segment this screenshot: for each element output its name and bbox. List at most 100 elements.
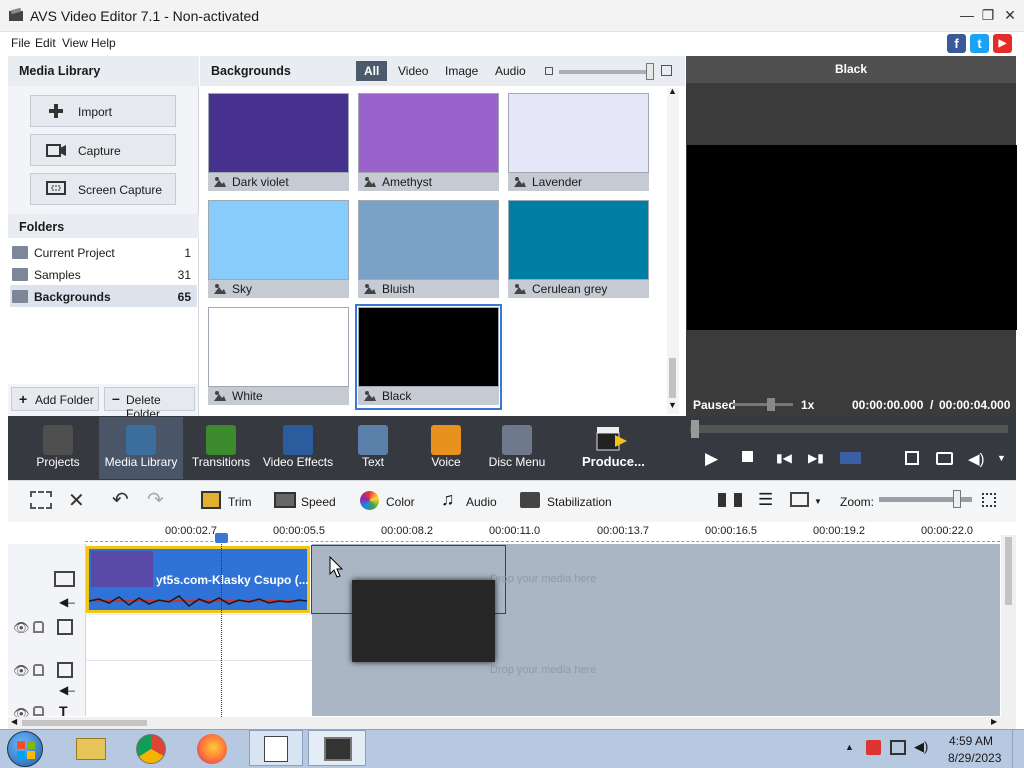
add-folder-button[interactable]: + Add Folder — [11, 387, 99, 411]
tab-all[interactable]: All — [356, 61, 388, 81]
produce-button[interactable]: Produce... — [578, 417, 648, 479]
storyboard-toggle-icon[interactable] — [30, 491, 52, 509]
scroll-right-icon[interactable]: ▶ — [991, 717, 997, 726]
scroll-up-icon[interactable]: ▲ — [668, 86, 677, 96]
volume-icon[interactable]: ◀) — [968, 450, 985, 468]
thumbnail-size-slider[interactable] — [559, 70, 652, 74]
lock-icon[interactable] — [33, 664, 44, 676]
show-desktop-button[interactable] — [1012, 730, 1024, 768]
timeline-vertical-scrollbar[interactable] — [1001, 535, 1016, 717]
scroll-down-icon[interactable]: ▼ — [668, 400, 677, 410]
taskbar-firefox[interactable] — [188, 730, 236, 766]
folder-current-project[interactable]: Current Project 1 — [10, 241, 197, 263]
audio-button[interactable]: Audio — [466, 495, 497, 509]
lock-icon[interactable] — [33, 621, 44, 633]
next-frame-icon[interactable]: ▶▮ — [808, 451, 824, 465]
background-tile[interactable]: White — [208, 307, 349, 407]
clock-time[interactable]: 4:59 AM — [949, 734, 993, 748]
facebook-icon[interactable]: f — [947, 34, 966, 53]
delete-folder-button[interactable]: – Delete Folder — [104, 387, 195, 421]
tray-expand-icon[interactable]: ▲ — [845, 742, 854, 752]
trim-button[interactable]: Trim — [228, 495, 252, 509]
tab-image[interactable]: Image — [437, 61, 486, 81]
stabilization-button[interactable]: Stabilization — [547, 495, 612, 509]
tab-video[interactable]: Video — [390, 61, 436, 81]
mode-transitions[interactable]: Transitions — [187, 417, 255, 479]
youtube-icon[interactable]: ▶ — [993, 34, 1012, 53]
vertical-scroll-thumb[interactable] — [1005, 537, 1012, 605]
menu-view[interactable]: View — [62, 36, 88, 50]
background-tile[interactable]: Black — [355, 304, 502, 410]
large-thumbnail-icon[interactable] — [661, 65, 672, 76]
split-clip-icon[interactable] — [718, 493, 742, 507]
split-view-icon[interactable] — [840, 452, 861, 464]
background-tile[interactable]: Bluish — [358, 200, 499, 300]
redo-icon[interactable]: ↷ — [147, 487, 164, 512]
audio-mixer-icon[interactable]: ☰ — [758, 490, 773, 510]
zoom-slider-handle[interactable] — [953, 490, 961, 508]
minimize-button[interactable]: — — [958, 6, 976, 24]
background-tile[interactable]: Dark violet — [208, 93, 349, 193]
stop-icon[interactable] — [742, 451, 753, 462]
fit-to-window-icon[interactable] — [982, 493, 996, 507]
color-button[interactable]: Color — [386, 495, 415, 509]
tray-volume-icon[interactable]: ◀) — [914, 739, 928, 755]
fullscreen-icon[interactable] — [905, 451, 919, 465]
mode-disc-menu[interactable]: Disc Menu — [485, 417, 549, 479]
speed-slider-handle[interactable] — [767, 398, 775, 411]
taskbar-explorer[interactable] — [66, 730, 114, 766]
restore-button[interactable]: ❐ — [979, 6, 997, 24]
previous-frame-icon[interactable]: ▮◀ — [776, 451, 792, 465]
playback-seek-bar[interactable] — [690, 425, 1008, 433]
horizontal-scroll-thumb[interactable] — [22, 720, 147, 726]
background-tile[interactable]: Amethyst — [358, 93, 499, 193]
speed-button[interactable]: Speed — [301, 495, 336, 509]
capture-button[interactable]: Capture — [30, 134, 176, 166]
menu-help[interactable]: Help — [91, 36, 116, 50]
import-button[interactable]: Import — [30, 95, 176, 127]
backgrounds-scrollbar[interactable]: ▲ ▼ — [667, 86, 679, 414]
menu-edit[interactable]: Edit — [35, 36, 56, 50]
scroll-left-icon[interactable]: ◀ — [11, 717, 17, 726]
mode-projects[interactable]: Projects — [28, 417, 88, 479]
volume-dropdown-icon[interactable]: ▼ — [997, 453, 1006, 463]
mute-icon[interactable]: ◀– — [59, 595, 75, 609]
visibility-eye-icon[interactable]: 👁 — [13, 663, 30, 679]
mode-voice[interactable]: Voice — [412, 417, 480, 479]
timeline-horizontal-scrollbar[interactable]: ◀ ▶ — [8, 717, 1016, 729]
aspect-ratio-icon[interactable] — [790, 492, 809, 507]
slider-handle[interactable] — [646, 63, 654, 80]
background-tile[interactable]: Cerulean grey — [508, 200, 649, 300]
folder-backgrounds[interactable]: Backgrounds 65 — [10, 285, 197, 307]
video-clip[interactable]: yt5s.com-Klasky Csupo (... — [86, 546, 310, 613]
lock-icon[interactable] — [33, 706, 44, 716]
delete-icon[interactable]: ✕ — [68, 488, 85, 513]
close-button[interactable]: ✕ — [1001, 6, 1019, 24]
snapshot-icon[interactable] — [936, 452, 953, 465]
scroll-thumb[interactable] — [669, 358, 676, 398]
playhead-handle[interactable] — [215, 533, 228, 543]
speed-slider[interactable] — [733, 403, 793, 406]
seek-handle[interactable] — [691, 420, 699, 438]
start-button[interactable] — [7, 731, 43, 767]
mode-video-effects[interactable]: Video Effects — [259, 417, 337, 479]
mode-media-library[interactable]: Media Library — [99, 417, 183, 479]
folder-samples[interactable]: Samples 31 — [10, 263, 197, 285]
undo-icon[interactable]: ↶ — [112, 487, 129, 512]
taskbar-chrome[interactable] — [127, 730, 175, 766]
background-tile[interactable]: Sky — [208, 200, 349, 300]
taskbar-app-window[interactable] — [249, 730, 303, 766]
background-tile[interactable]: Lavender — [508, 93, 649, 193]
mode-text[interactable]: Text — [339, 417, 407, 479]
clock-date[interactable]: 8/29/2023 — [948, 751, 1001, 765]
play-icon[interactable]: ▶ — [705, 449, 718, 469]
twitter-icon[interactable]: t — [970, 34, 989, 53]
taskbar-avs-editor[interactable] — [308, 730, 366, 766]
aspect-dropdown-icon[interactable]: ▼ — [814, 497, 822, 506]
visibility-eye-icon[interactable]: 👁 — [13, 620, 30, 636]
screen-capture-button[interactable]: Screen Capture — [30, 173, 176, 205]
mute-icon[interactable]: ◀– — [59, 683, 75, 697]
tab-audio[interactable]: Audio — [487, 61, 534, 81]
small-thumbnail-icon[interactable] — [545, 67, 553, 75]
dragged-black-clip[interactable] — [352, 580, 495, 662]
